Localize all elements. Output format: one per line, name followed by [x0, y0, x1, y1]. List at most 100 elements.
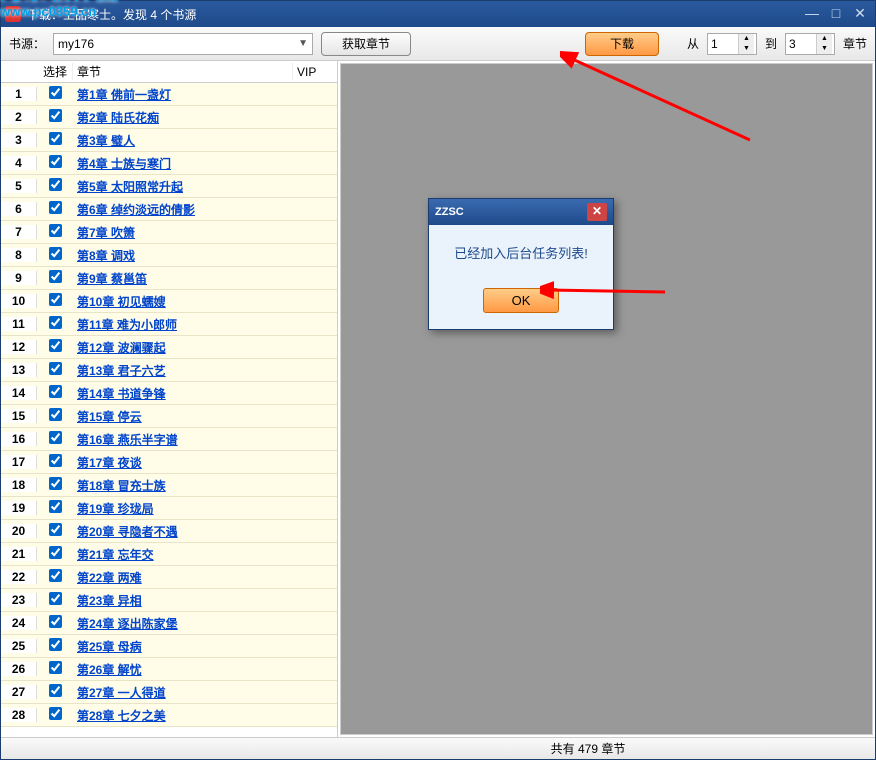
row-checkbox[interactable]	[49, 132, 62, 145]
col-vip[interactable]: VIP	[293, 65, 337, 79]
chapter-link[interactable]: 第1章 佛前一盏灯	[77, 88, 171, 102]
col-select[interactable]: 选择	[37, 63, 73, 80]
chapter-link[interactable]: 第28章 七夕之美	[77, 709, 166, 723]
table-row[interactable]: 12第12章 波澜骤起	[1, 336, 337, 359]
table-row[interactable]: 1第1章 佛前一盏灯	[1, 83, 337, 106]
table-row[interactable]: 14第14章 书道争锋	[1, 382, 337, 405]
table-row[interactable]: 15第15章 停云	[1, 405, 337, 428]
fetch-chapters-button[interactable]: 获取章节	[321, 32, 411, 56]
chapter-link[interactable]: 第18章 冒充士族	[77, 479, 166, 493]
row-checkbox[interactable]	[49, 523, 62, 536]
row-checkbox[interactable]	[49, 592, 62, 605]
row-checkbox[interactable]	[49, 201, 62, 214]
table-row[interactable]: 10第10章 初见蠕嫂	[1, 290, 337, 313]
table-row[interactable]: 25第25章 母病	[1, 635, 337, 658]
dialog-ok-button[interactable]: OK	[483, 288, 560, 313]
table-row[interactable]: 20第20章 寻隐者不遇	[1, 520, 337, 543]
row-checkbox[interactable]	[49, 109, 62, 122]
row-checkbox[interactable]	[49, 362, 62, 375]
row-checkbox[interactable]	[49, 546, 62, 559]
table-row[interactable]: 4第4章 士族与寒门	[1, 152, 337, 175]
row-checkbox[interactable]	[49, 638, 62, 651]
row-checkbox[interactable]	[49, 408, 62, 421]
row-checkbox[interactable]	[49, 293, 62, 306]
row-checkbox[interactable]	[49, 454, 62, 467]
chapter-link[interactable]: 第23章 异相	[77, 594, 142, 608]
row-checkbox[interactable]	[49, 707, 62, 720]
row-checkbox[interactable]	[49, 385, 62, 398]
table-row[interactable]: 6第6章 绰约淡远的倩影	[1, 198, 337, 221]
chapter-link[interactable]: 第4章 士族与寒门	[77, 157, 171, 171]
download-button[interactable]: 下载	[585, 32, 659, 56]
row-checkbox[interactable]	[49, 270, 62, 283]
chapter-link[interactable]: 第12章 波澜骤起	[77, 341, 166, 355]
row-checkbox[interactable]	[49, 247, 62, 260]
chapter-link[interactable]: 第11章 难为小郎师	[77, 318, 177, 332]
spin-down-icon[interactable]: ▼	[817, 44, 832, 54]
table-row[interactable]: 16第16章 燕乐半字谱	[1, 428, 337, 451]
table-row[interactable]: 24第24章 逐出陈家堡	[1, 612, 337, 635]
table-row[interactable]: 2第2章 陆氏花痴	[1, 106, 337, 129]
row-checkbox[interactable]	[49, 569, 62, 582]
table-row[interactable]: 26第26章 解忧	[1, 658, 337, 681]
table-row[interactable]: 27第27章 一人得道	[1, 681, 337, 704]
chapter-link[interactable]: 第15章 停云	[77, 410, 142, 424]
table-row[interactable]: 7第7章 吹箫	[1, 221, 337, 244]
spin-down-icon[interactable]: ▼	[739, 44, 754, 54]
chapter-link[interactable]: 第2章 陆氏花痴	[77, 111, 159, 125]
chapter-link[interactable]: 第7章 吹箫	[77, 226, 135, 240]
row-checkbox[interactable]	[49, 155, 62, 168]
chapter-link[interactable]: 第21章 忘年交	[77, 548, 154, 562]
dialog-close-button[interactable]: ✕	[587, 203, 607, 221]
chapter-link[interactable]: 第19章 珍珑局	[77, 502, 154, 516]
row-checkbox[interactable]	[49, 224, 62, 237]
chapter-link[interactable]: 第10章 初见蠕嫂	[77, 295, 166, 309]
chapter-link[interactable]: 第24章 逐出陈家堡	[77, 617, 178, 631]
row-checkbox[interactable]	[49, 178, 62, 191]
table-row[interactable]: 8第8章 调戏	[1, 244, 337, 267]
row-checkbox[interactable]	[49, 339, 62, 352]
to-spinner[interactable]: ▲▼	[785, 33, 835, 55]
chapter-link[interactable]: 第16章 燕乐半字谱	[77, 433, 178, 447]
row-checkbox[interactable]	[49, 316, 62, 329]
chapter-link[interactable]: 第25章 母病	[77, 640, 142, 654]
row-checkbox[interactable]	[49, 615, 62, 628]
table-row[interactable]: 17第17章 夜谈	[1, 451, 337, 474]
row-checkbox[interactable]	[49, 661, 62, 674]
table-row[interactable]: 22第22章 两难	[1, 566, 337, 589]
row-checkbox[interactable]	[49, 86, 62, 99]
spin-up-icon[interactable]: ▲	[817, 34, 832, 44]
close-button[interactable]: ✕	[849, 5, 871, 23]
row-checkbox[interactable]	[49, 684, 62, 697]
table-row[interactable]: 23第23章 异相	[1, 589, 337, 612]
row-checkbox[interactable]	[49, 477, 62, 490]
chapter-link[interactable]: 第14章 书道争锋	[77, 387, 166, 401]
chapter-link[interactable]: 第6章 绰约淡远的倩影	[77, 203, 195, 217]
chapter-link[interactable]: 第27章 一人得道	[77, 686, 166, 700]
minimize-button[interactable]: —	[801, 5, 823, 23]
spin-up-icon[interactable]: ▲	[739, 34, 754, 44]
source-combo[interactable]: my176 ▼	[53, 33, 313, 55]
chapter-link[interactable]: 第17章 夜谈	[77, 456, 142, 470]
chapter-link[interactable]: 第3章 璧人	[77, 134, 135, 148]
chapter-link[interactable]: 第22章 两难	[77, 571, 142, 585]
table-row[interactable]: 9第9章 蔡邕笛	[1, 267, 337, 290]
chapter-link[interactable]: 第8章 调戏	[77, 249, 135, 263]
chapter-link[interactable]: 第13章 君子六艺	[77, 364, 166, 378]
table-row[interactable]: 18第18章 冒充士族	[1, 474, 337, 497]
table-row[interactable]: 13第13章 君子六艺	[1, 359, 337, 382]
row-checkbox[interactable]	[49, 500, 62, 513]
chapter-link[interactable]: 第9章 蔡邕笛	[77, 272, 147, 286]
maximize-button[interactable]: □	[825, 5, 847, 23]
col-chapter[interactable]: 章节	[73, 63, 293, 80]
table-row[interactable]: 3第3章 璧人	[1, 129, 337, 152]
table-row[interactable]: 21第21章 忘年交	[1, 543, 337, 566]
table-row[interactable]: 11第11章 难为小郎师	[1, 313, 337, 336]
row-checkbox[interactable]	[49, 431, 62, 444]
table-row[interactable]: 28第28章 七夕之美	[1, 704, 337, 727]
chapter-link[interactable]: 第5章 太阳照常升起	[77, 180, 183, 194]
from-spinner[interactable]: ▲▼	[707, 33, 757, 55]
table-row[interactable]: 19第19章 珍珑局	[1, 497, 337, 520]
chapter-link[interactable]: 第20章 寻隐者不遇	[77, 525, 178, 539]
table-row[interactable]: 5第5章 太阳照常升起	[1, 175, 337, 198]
